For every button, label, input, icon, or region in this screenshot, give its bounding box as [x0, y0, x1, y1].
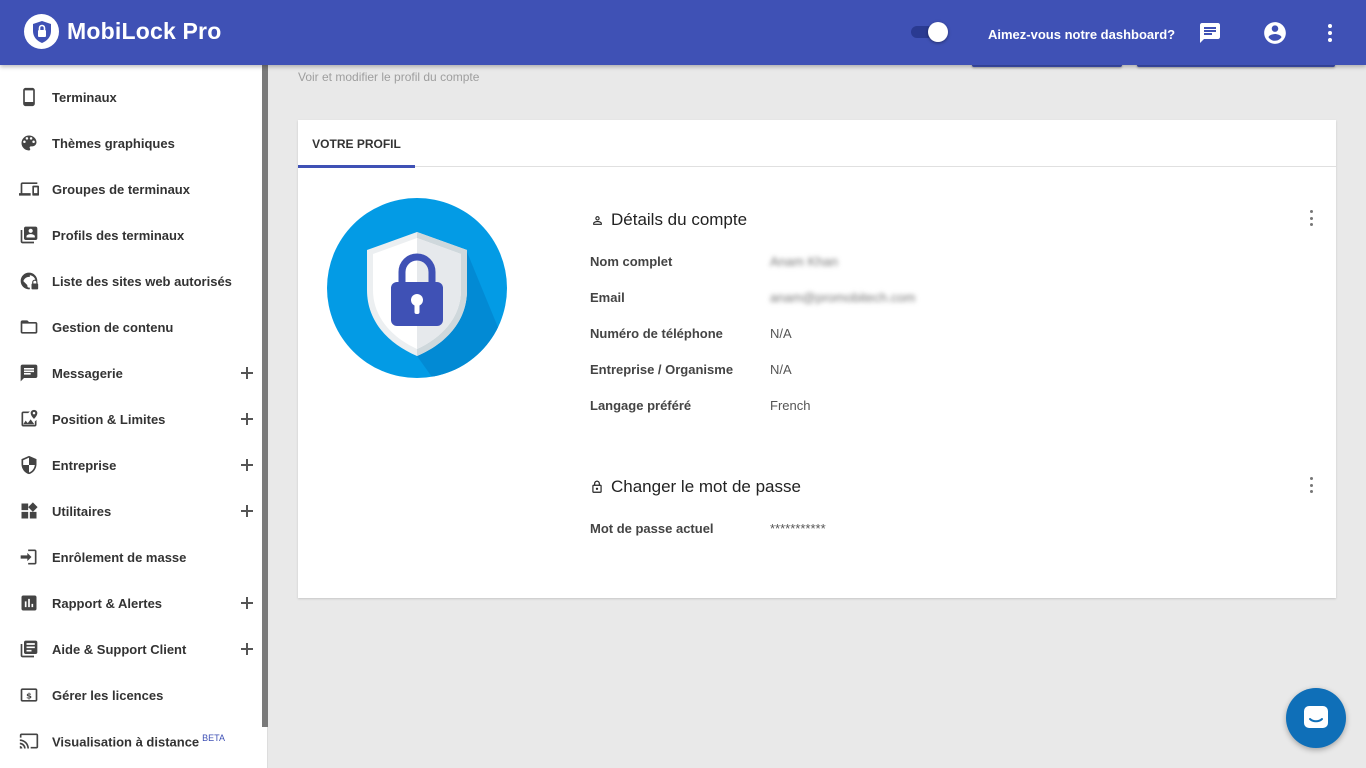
sidebar-item-label: Rapport & Alertes [52, 595, 163, 611]
sidebar-item-groupes[interactable]: Groupes de terminaux [0, 166, 262, 212]
sidebar-item-label: Terminaux [52, 89, 117, 105]
beta-badge: BETA [202, 732, 225, 743]
sidebar-item-aide[interactable]: Aide & Support Client [0, 626, 262, 672]
sidebar-item-label: Position & Limites [52, 411, 166, 427]
chat-icon[interactable] [1197, 20, 1223, 46]
section-title-text: Détails du compte [611, 210, 748, 229]
feedback-link[interactable]: Aimez-vous notre dashboard? [988, 27, 1175, 42]
brand-logo-icon [24, 14, 59, 49]
expand-plus-icon[interactable] [240, 642, 254, 656]
section-title-text: Changer le mot de passe [611, 477, 801, 496]
change-password-title: Changer le mot de passe [590, 477, 801, 497]
expand-plus-icon[interactable] [240, 458, 254, 472]
cast-icon [19, 731, 39, 751]
field-value-phone: N/A [770, 326, 792, 341]
support-chat-button[interactable] [1286, 688, 1346, 748]
sidebar-item-label: Groupes de terminaux [52, 181, 190, 197]
sidebar-item-visualisation[interactable]: Visualisation à distance BETA [0, 718, 262, 764]
brand[interactable]: MobiLock Pro [24, 14, 221, 49]
sidebar-item-entreprise[interactable]: Entreprise [0, 442, 262, 488]
globe-lock-icon [19, 271, 39, 291]
account-details-title: Détails du compte [590, 210, 747, 230]
shield-icon [19, 455, 39, 475]
field-label: Langage préféré [590, 398, 692, 413]
sidebar-item-label: Profils des terminaux [52, 227, 185, 243]
library-books-icon [19, 639, 39, 659]
top-app-bar: MobiLock Pro Aimez-vous notre dashboard? [0, 0, 1366, 65]
field-label: Nom complet [590, 254, 673, 269]
account-circle-icon[interactable] [1262, 20, 1288, 46]
expand-plus-icon[interactable] [240, 366, 254, 380]
devices-icon [19, 179, 39, 199]
tab-label: VOTRE PROFIL [312, 136, 401, 151]
lock-icon [590, 480, 604, 494]
tab-votre-profil[interactable]: VOTRE PROFIL [298, 120, 415, 168]
field-label: Numéro de téléphone [590, 326, 723, 341]
sidebar-item-terminaux[interactable]: Terminaux [0, 74, 262, 120]
folder-icon [19, 317, 39, 337]
field-label: Entreprise / Organisme [590, 362, 734, 377]
sidebar-item-themes[interactable]: Thèmes graphiques [0, 120, 262, 166]
sidebar-item-label: Messagerie [52, 365, 123, 381]
field-value-company: N/A [770, 362, 792, 377]
sidebar-item-enrolement[interactable]: Enrôlement de masse [0, 534, 262, 580]
sidebar: Terminaux Thèmes graphiques Groupes de t… [0, 65, 268, 768]
sidebar-item-label: Liste des sites web autorisés [52, 273, 232, 289]
password-menu-icon[interactable] [1308, 477, 1314, 493]
sidebar-item-messagerie[interactable]: Messagerie [0, 350, 262, 396]
sidebar-scrollbar[interactable] [262, 65, 268, 727]
expand-plus-icon[interactable] [240, 412, 254, 426]
theme-toggle[interactable] [909, 21, 951, 43]
field-label: Email [590, 290, 625, 305]
tab-active-indicator [298, 165, 415, 168]
tab-bar: VOTRE PROFIL [298, 120, 1336, 168]
svg-text:$: $ [26, 690, 32, 700]
sidebar-item-text: Visualisation à distance [52, 734, 200, 750]
sidebar-item-licences[interactable]: $ Gérer les licences [0, 672, 262, 718]
login-icon [19, 547, 39, 567]
sidebar-item-label: Visualisation à distance BETA [52, 733, 225, 749]
sidebar-item-utilitaires[interactable]: Utilitaires [0, 488, 262, 534]
expand-plus-icon[interactable] [240, 596, 254, 610]
sidebar-item-label: Enrôlement de masse [52, 549, 187, 565]
sidebar-item-label: Utilitaires [52, 503, 112, 519]
chat-bubble-icon [1304, 706, 1328, 728]
sidebar-item-label: Thèmes graphiques [52, 135, 175, 151]
field-value-full-name: Anam Khan [770, 254, 838, 269]
person-icon [590, 213, 604, 227]
map-pin-icon [19, 409, 39, 429]
widgets-icon [19, 501, 39, 521]
sidebar-item-label: Entreprise [52, 457, 117, 473]
license-icon: $ [19, 685, 39, 705]
sidebar-item-gestion-contenu[interactable]: Gestion de contenu [0, 304, 262, 350]
toggle-thumb [928, 22, 948, 42]
sidebar-item-profils[interactable]: Profils des terminaux [0, 212, 262, 258]
profiles-icon [19, 225, 39, 245]
field-value-password: *********** [770, 521, 826, 536]
palette-icon [19, 133, 39, 153]
field-value-email: anam@promobitech.com [770, 290, 916, 305]
sidebar-item-sites-autorises[interactable]: Liste des sites web autorisés [0, 258, 262, 304]
more-vert-icon[interactable] [1317, 20, 1343, 46]
page-subtitle: Voir et modifier le profil du compte [298, 70, 480, 84]
profile-card: VOTRE PROFIL Détails du compte Nom compl… [298, 120, 1336, 598]
app-title: MobiLock Pro [67, 18, 222, 44]
sidebar-item-rapport[interactable]: Rapport & Alertes [0, 580, 262, 626]
smartphone-icon [19, 87, 39, 107]
expand-plus-icon[interactable] [240, 504, 254, 518]
sidebar-item-position[interactable]: Position & Limites [0, 396, 262, 442]
sidebar-item-label: Aide & Support Client [52, 641, 187, 657]
account-menu-icon[interactable] [1308, 210, 1314, 226]
sidebar-item-label: Gérer les licences [52, 687, 164, 703]
bar-chart-icon [19, 593, 39, 613]
field-label: Mot de passe actuel [590, 521, 714, 536]
sidebar-item-label: Gestion de contenu [52, 319, 174, 335]
message-icon [19, 363, 39, 383]
profile-avatar-shield-lock-icon [327, 198, 507, 378]
field-value-language: French [770, 398, 811, 413]
